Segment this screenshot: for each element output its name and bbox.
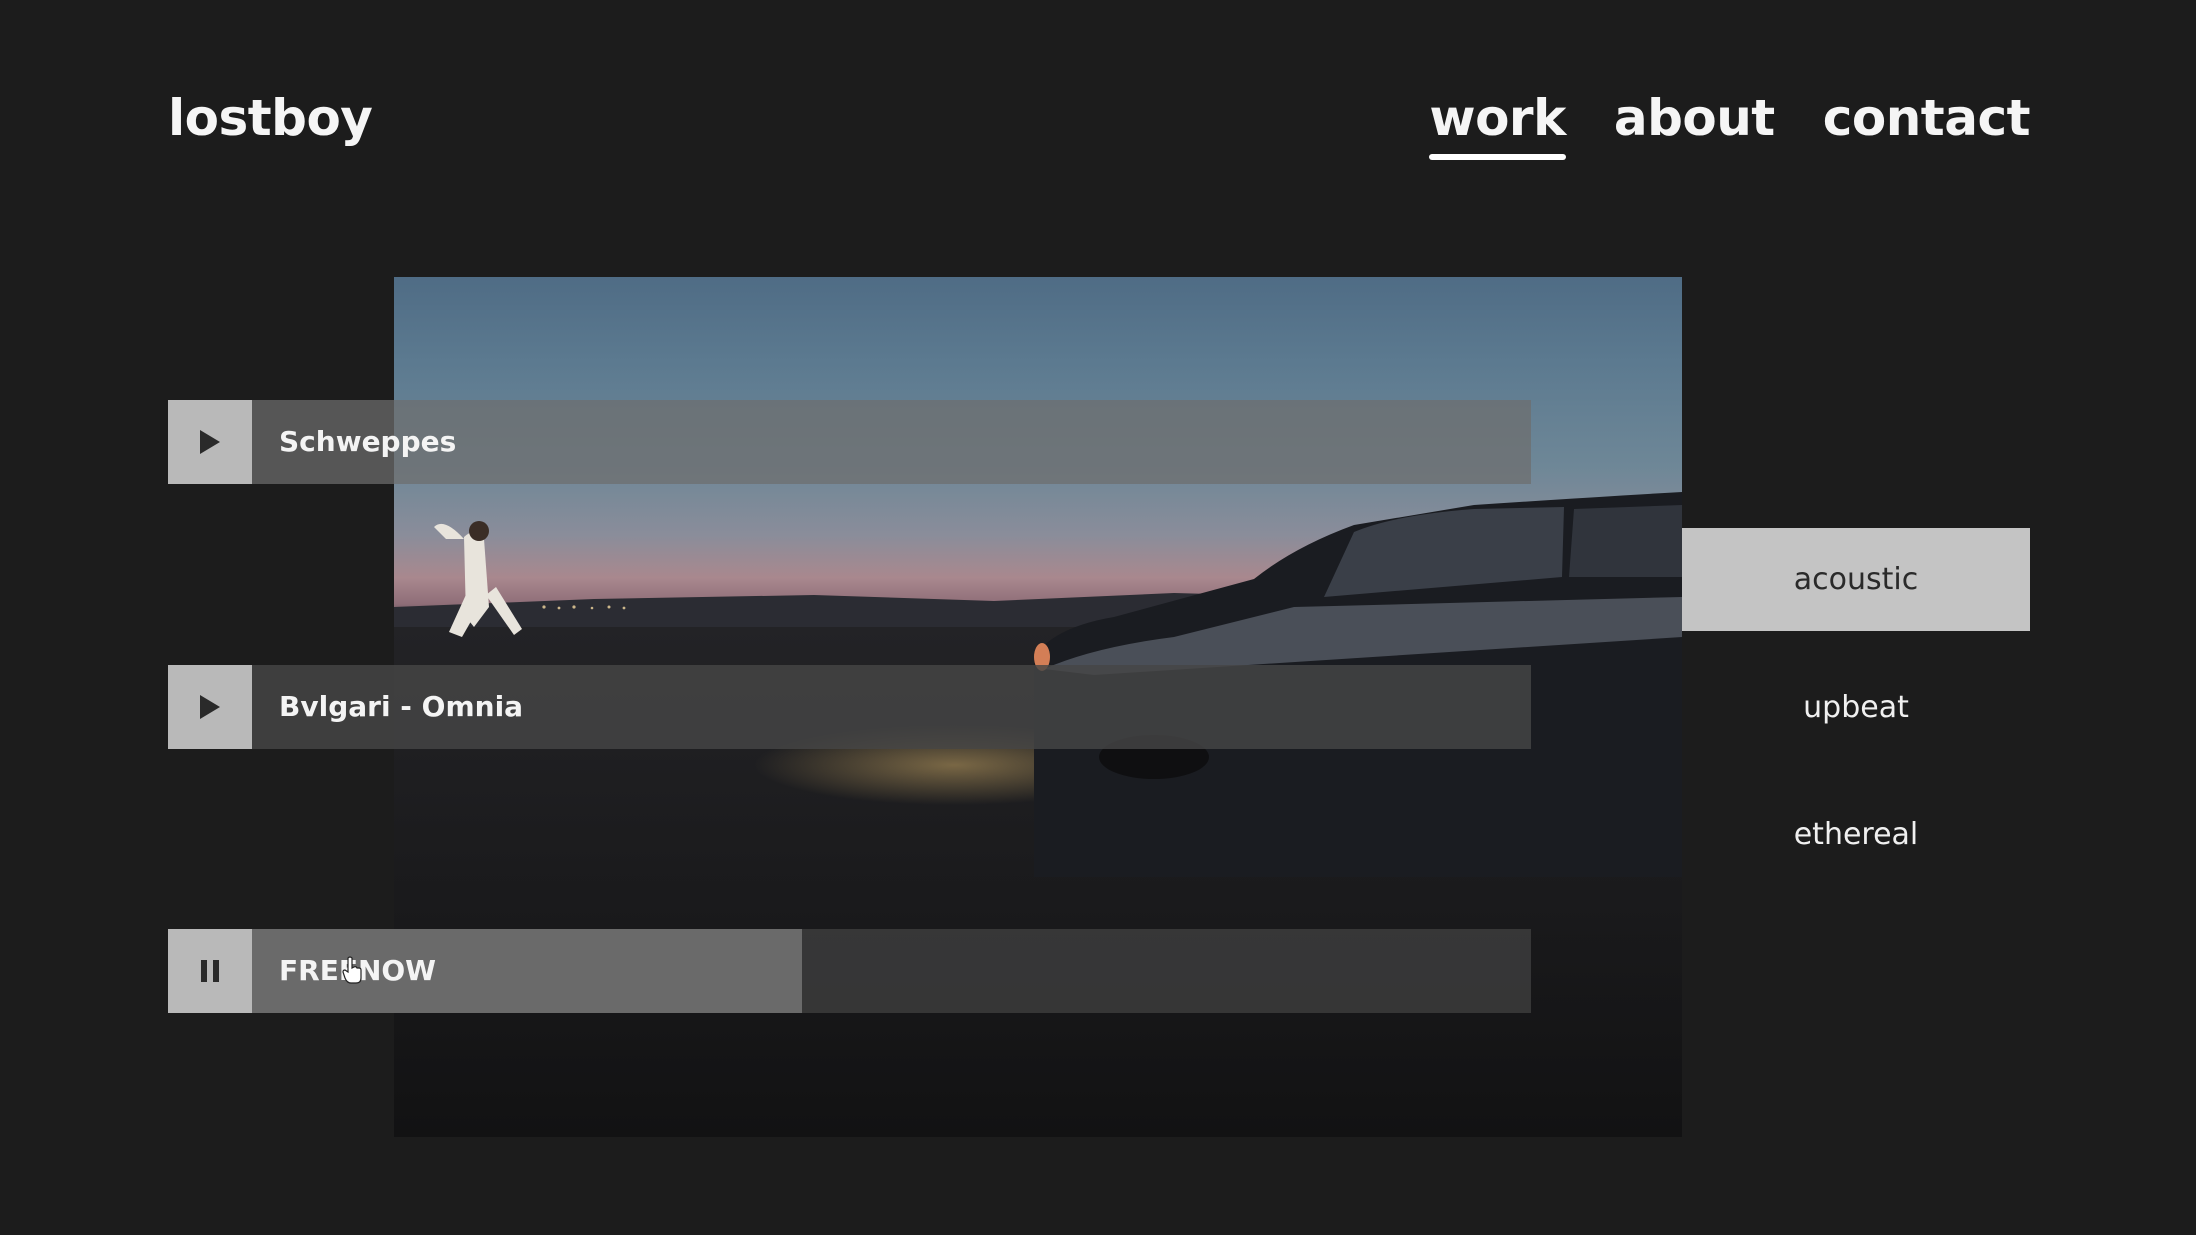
track-row-playing: FREENOW xyxy=(168,929,1531,1013)
play-icon xyxy=(200,430,220,454)
track-row: Schweppes xyxy=(168,400,1531,484)
play-button[interactable] xyxy=(168,665,252,749)
mood-filter-acoustic[interactable]: acoustic xyxy=(1682,528,2030,631)
pause-button[interactable] xyxy=(168,929,252,1013)
nav-about[interactable]: about xyxy=(1614,88,1775,148)
track-row: Bvlgari - Omnia xyxy=(168,665,1531,749)
mood-filter-upbeat[interactable]: upbeat xyxy=(1682,656,2030,759)
nav-work[interactable]: work xyxy=(1429,88,1566,160)
pause-icon xyxy=(201,960,219,982)
site-logo[interactable]: lostboy xyxy=(168,88,373,148)
nav-contact[interactable]: contact xyxy=(1823,88,2031,148)
track-bar[interactable]: Schweppes xyxy=(252,400,1531,484)
track-bar[interactable]: Bvlgari - Omnia xyxy=(252,665,1531,749)
track-title: Bvlgari - Omnia xyxy=(279,690,524,723)
play-icon xyxy=(200,695,220,719)
progress-bar[interactable]: FREENOW xyxy=(252,929,1531,1013)
page: lostboy work about contact Schweppes Bvl… xyxy=(0,0,2196,1235)
mood-filter-ethereal[interactable]: ethereal xyxy=(1682,783,2030,886)
main-nav: work about contact xyxy=(1429,88,2031,160)
play-button[interactable] xyxy=(168,400,252,484)
track-title: Schweppes xyxy=(279,425,457,458)
hand-cursor-icon xyxy=(342,956,362,984)
